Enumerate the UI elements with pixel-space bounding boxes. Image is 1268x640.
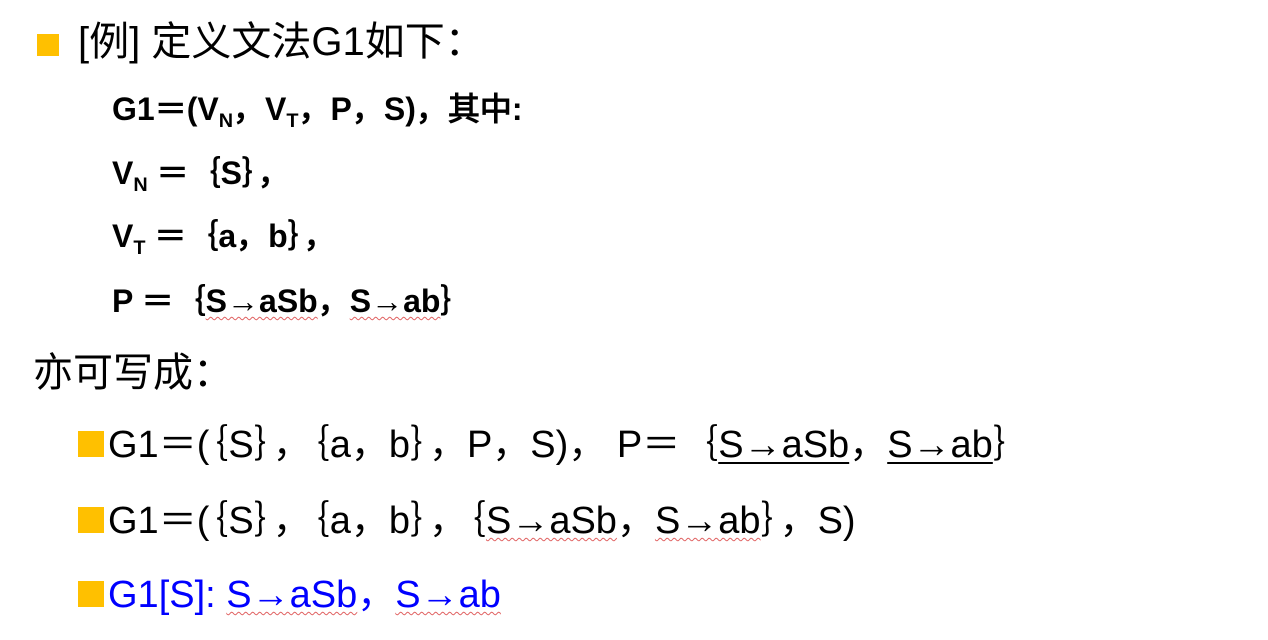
alternative-form-1: G1＝(｛S｝，｛a，b｝，P，S)， P＝｛S→aSb，S→ab｝ xyxy=(78,426,1031,464)
square-bullet-icon xyxy=(78,506,104,533)
alternative-form-3: G1[S]: S→aSb，S→ab xyxy=(78,576,501,614)
production-rule: S→ab xyxy=(654,500,761,542)
production-rule: S→ab xyxy=(887,424,993,466)
alternative-heading: 亦可写成： xyxy=(33,351,233,395)
production-rule: S→aSb xyxy=(718,424,850,466)
grammar-definition-line: G1＝(VN，VT，P，S)，其中: xyxy=(112,91,523,132)
terminal-set-line: VT ＝｛a，b｝， xyxy=(112,218,336,259)
nonterminal-set-line: VN ＝｛S｝， xyxy=(112,155,290,196)
production-rule: S→ab xyxy=(395,574,501,616)
production-set-line: P ＝｛S→aSb，S→ab｝ xyxy=(112,283,473,319)
production-rule: S→ab xyxy=(349,283,441,319)
example-title: [例] 定义文法G1如下： xyxy=(78,20,485,64)
production-rule: S→aSb xyxy=(485,500,617,542)
square-bullet-icon xyxy=(78,580,104,607)
square-bullet-icon xyxy=(37,34,59,56)
square-bullet-icon xyxy=(78,430,104,457)
production-rule: S→aSb xyxy=(226,574,358,616)
production-rule: S→aSb xyxy=(205,283,318,319)
alternative-form-2: G1＝(｛S｝，｛a，b｝，｛S→aSb，S→ab｝，S) xyxy=(78,502,856,540)
